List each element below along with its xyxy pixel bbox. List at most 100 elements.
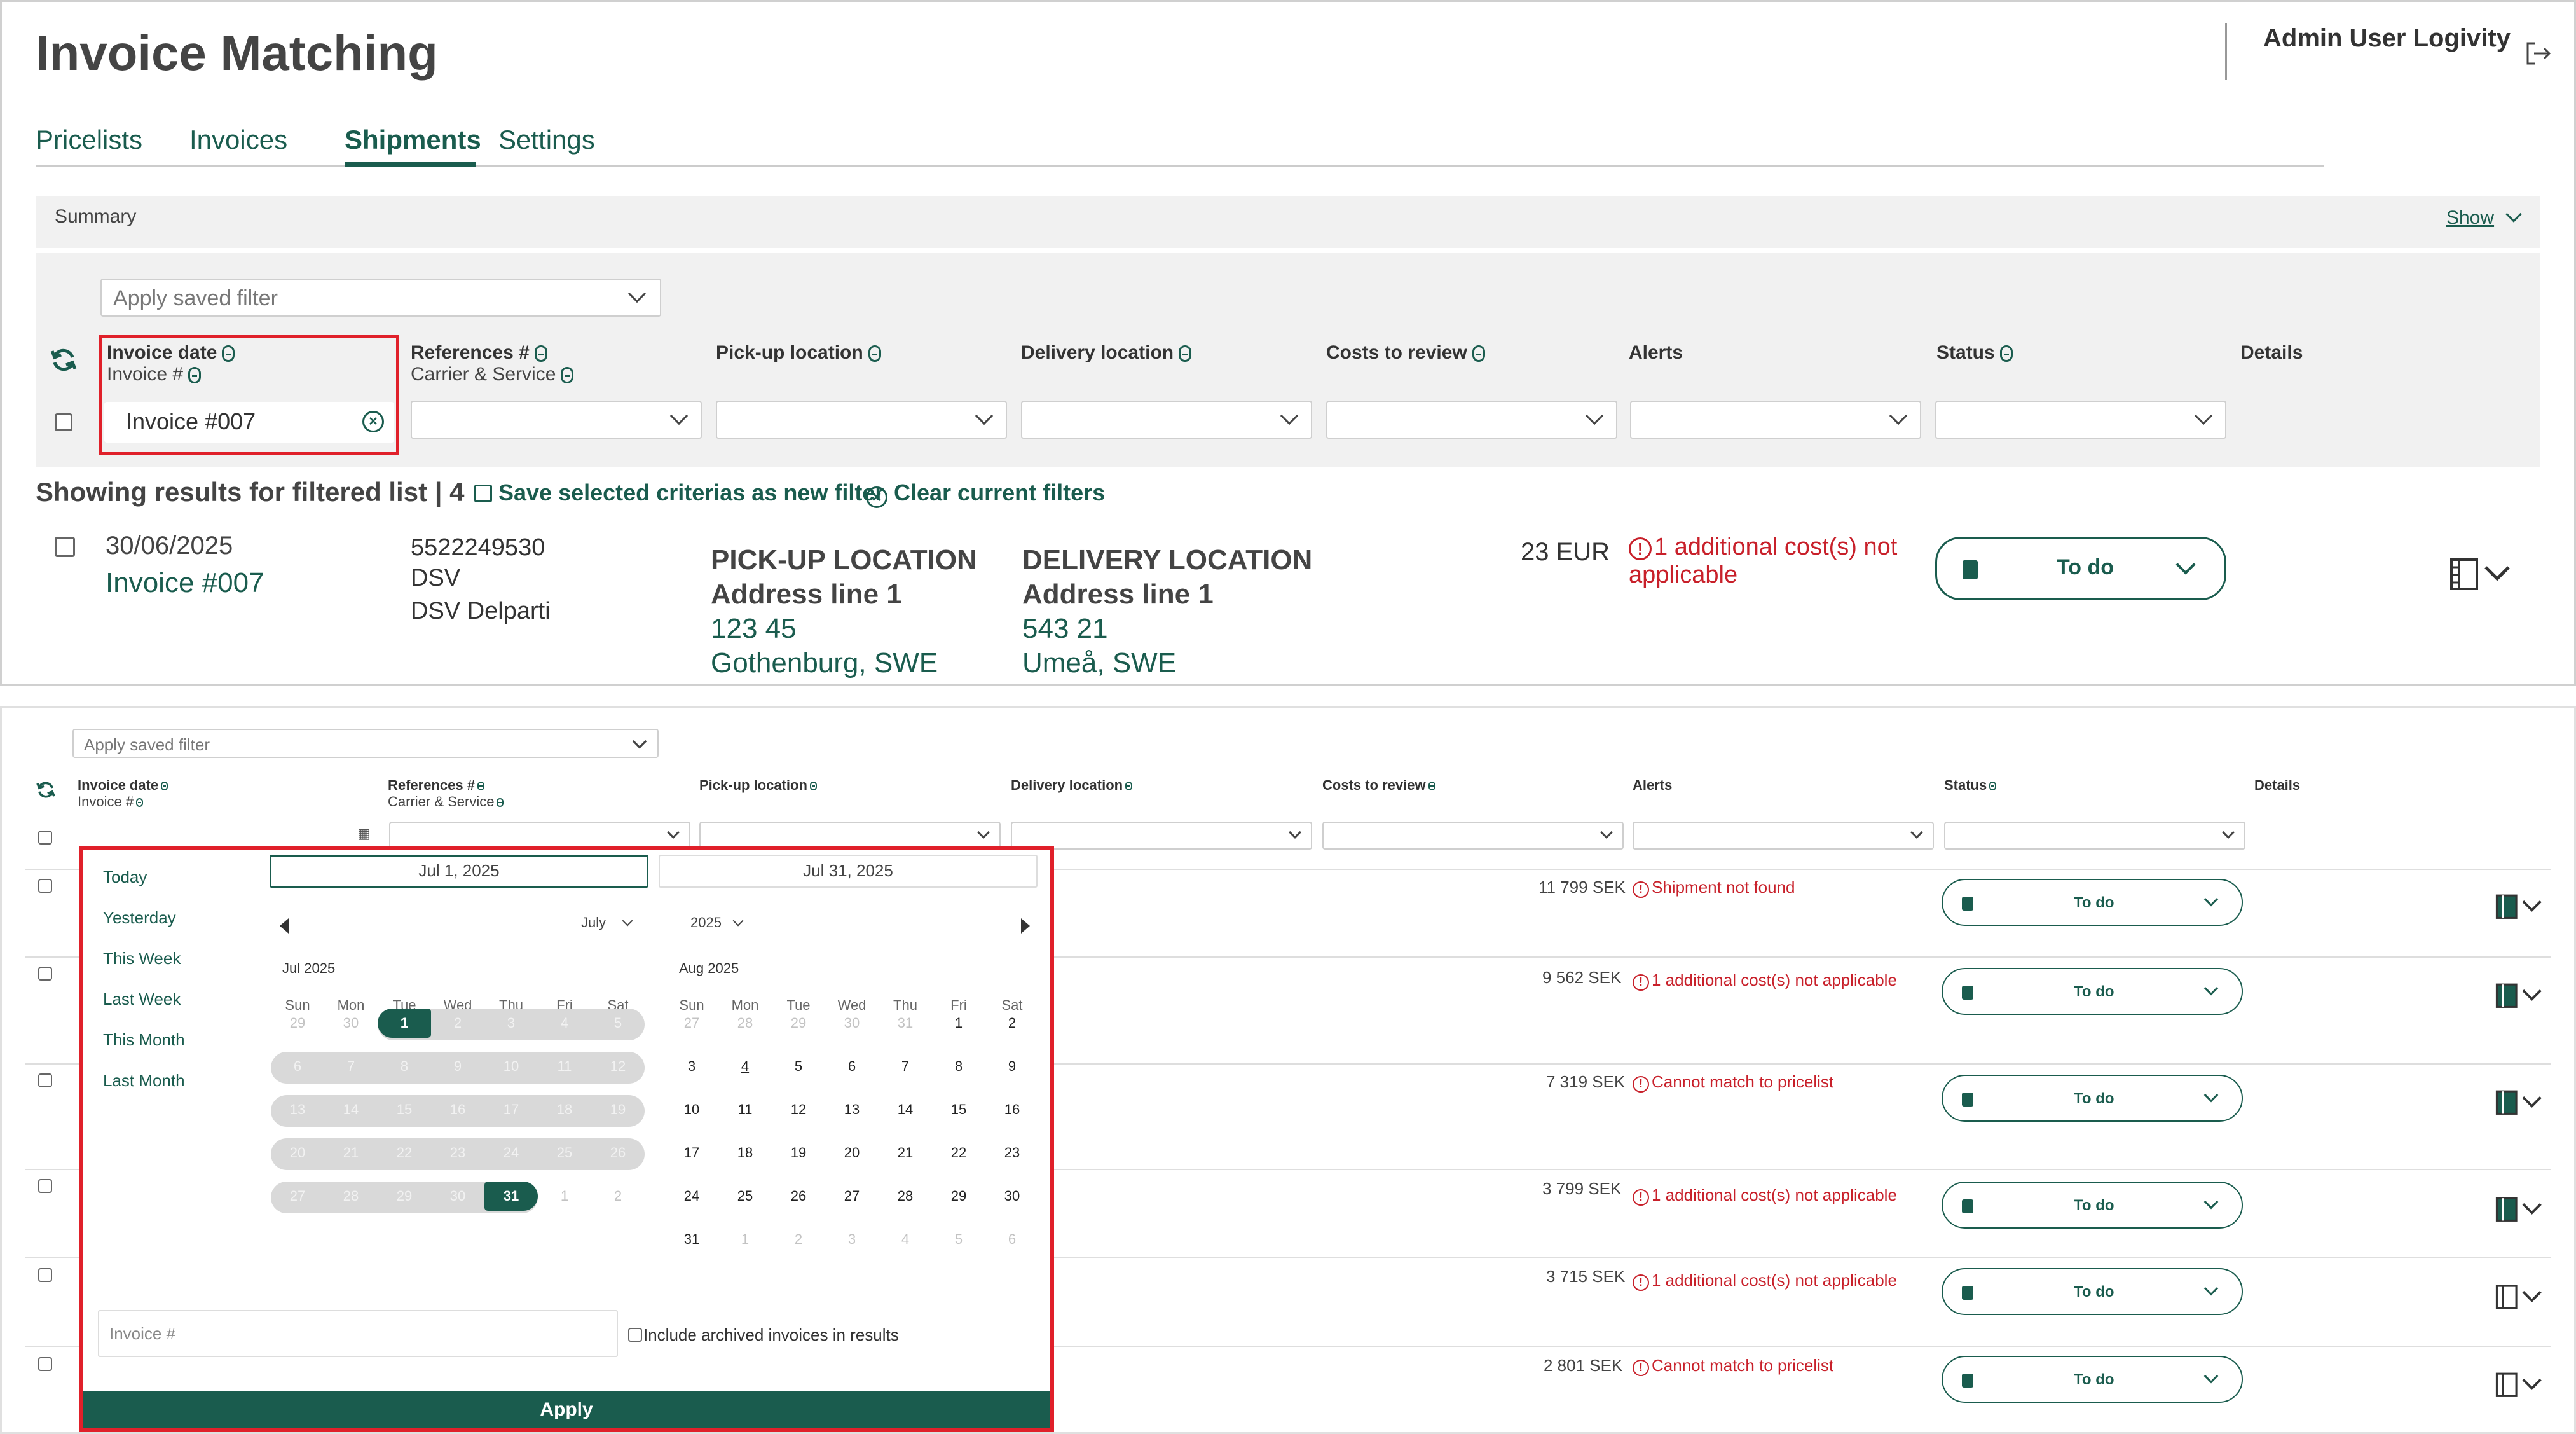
- calendar-day[interactable]: 6: [825, 1058, 879, 1075]
- apply-button[interactable]: Apply: [83, 1391, 1050, 1428]
- year-select[interactable]: 2025: [690, 914, 744, 931]
- quick-range-this-week[interactable]: This Week: [103, 949, 181, 969]
- sort-icon[interactable]: [497, 798, 504, 808]
- calendar-day[interactable]: 2: [985, 1015, 1039, 1031]
- calendar-day[interactable]: 30: [985, 1188, 1039, 1204]
- sort-icon[interactable]: [534, 345, 547, 362]
- calendar-day[interactable]: 13: [825, 1101, 879, 1118]
- tab-settings[interactable]: Settings: [498, 125, 595, 155]
- col-costs[interactable]: Costs to review: [1326, 342, 1485, 364]
- sort-icon[interactable]: [1472, 345, 1485, 362]
- calendar-day[interactable]: 23: [985, 1145, 1039, 1161]
- refresh-icon[interactable]: [50, 346, 78, 374]
- calendar-day[interactable]: 29: [378, 1188, 431, 1204]
- calendar-day[interactable]: 1: [932, 1015, 985, 1031]
- sort-icon[interactable]: [161, 782, 168, 791]
- col-references[interactable]: References # Carrier & Service: [411, 342, 574, 385]
- calendar-day[interactable]: 31: [665, 1231, 718, 1248]
- details-icon[interactable]: [2492, 1282, 2549, 1311]
- calendar-day[interactable]: 29: [932, 1188, 985, 1204]
- col-references-2[interactable]: References # Carrier & Service: [388, 777, 504, 810]
- logout-icon[interactable]: [2524, 41, 2552, 66]
- calendar-day[interactable]: 21: [879, 1145, 932, 1161]
- calendar-day[interactable]: 4: [538, 1015, 591, 1031]
- calendar-day[interactable]: 14: [324, 1101, 378, 1118]
- sort-icon[interactable]: [1989, 782, 1997, 791]
- details-icon[interactable]: [2492, 981, 2549, 1010]
- calendar-day[interactable]: 13: [271, 1101, 324, 1118]
- references-filter[interactable]: [411, 401, 702, 439]
- col-pickup[interactable]: Pick-up location: [716, 342, 881, 364]
- quick-range-this-month[interactable]: This Month: [103, 1030, 185, 1050]
- row-status-dropdown[interactable]: To do: [1942, 879, 2243, 926]
- col-invoice-date[interactable]: Invoice date Invoice #: [107, 342, 235, 385]
- calendar-day[interactable]: 8: [932, 1058, 985, 1075]
- calendar-icon[interactable]: ▦: [357, 825, 371, 842]
- sort-icon[interactable]: [1125, 782, 1133, 791]
- sort-icon[interactable]: [809, 782, 817, 791]
- sort-icon[interactable]: [136, 798, 144, 808]
- details-icon[interactable]: [2492, 1087, 2549, 1117]
- calendar-day[interactable]: 22: [378, 1145, 431, 1161]
- alerts-filter-2[interactable]: [1633, 822, 1934, 850]
- calendar-day[interactable]: 14: [879, 1101, 932, 1118]
- invoice-filter-input[interactable]: Invoice #007 ×: [104, 402, 394, 443]
- sort-icon[interactable]: [188, 367, 202, 384]
- row-status-dropdown[interactable]: To do: [1942, 1075, 2243, 1122]
- delivery-filter[interactable]: [1021, 401, 1312, 439]
- select-all-checkbox-2[interactable]: [38, 831, 52, 845]
- calendar-day[interactable]: 11: [718, 1101, 772, 1118]
- calendar-day[interactable]: 10: [484, 1058, 538, 1075]
- quick-range-last-month[interactable]: Last Month: [103, 1071, 185, 1091]
- calendar-day[interactable]: 17: [484, 1101, 538, 1118]
- calendar-day[interactable]: 10: [665, 1101, 718, 1118]
- status-filter[interactable]: [1935, 401, 2226, 439]
- calendar-day[interactable]: 20: [271, 1145, 324, 1161]
- col-status-2[interactable]: Status: [1944, 777, 1997, 794]
- col-delivery-2[interactable]: Delivery location: [1011, 777, 1133, 794]
- calendar-day[interactable]: 15: [932, 1101, 985, 1118]
- user-name[interactable]: Admin User Logivity: [2263, 24, 2511, 53]
- calendar-day[interactable]: 26: [591, 1145, 645, 1161]
- calendar-day[interactable]: 25: [538, 1145, 591, 1161]
- summary-show-link[interactable]: Show: [2446, 206, 2523, 229]
- row-checkbox[interactable]: [38, 1268, 52, 1282]
- row-status-dropdown[interactable]: To do: [1942, 968, 2243, 1015]
- saved-filter-select[interactable]: Apply saved filter: [100, 279, 661, 317]
- calendar-day[interactable]: 8: [378, 1058, 431, 1075]
- start-date-input[interactable]: Jul 1, 2025: [270, 855, 648, 888]
- calendar-day[interactable]: 30: [431, 1188, 484, 1204]
- calendar-day[interactable]: 15: [378, 1101, 431, 1118]
- calendar-day[interactable]: 31: [484, 1182, 538, 1211]
- tab-shipments[interactable]: Shipments: [345, 125, 481, 155]
- quick-range-yesterday[interactable]: Yesterday: [103, 908, 176, 928]
- row-checkbox[interactable]: [38, 967, 52, 981]
- next-month-icon[interactable]: [1021, 918, 1030, 934]
- costs-filter-2[interactable]: [1322, 822, 1624, 850]
- sort-icon[interactable]: [561, 367, 574, 384]
- refresh-icon-2[interactable]: [36, 780, 56, 800]
- details-icon[interactable]: [2448, 555, 2518, 593]
- col-delivery[interactable]: Delivery location: [1021, 342, 1192, 364]
- summary-show-label[interactable]: Show: [2446, 207, 2494, 228]
- col-pickup-2[interactable]: Pick-up location: [699, 777, 817, 794]
- calendar-day[interactable]: 11: [538, 1058, 591, 1075]
- calendar-day[interactable]: 27: [271, 1188, 324, 1204]
- row-checkbox[interactable]: [38, 879, 52, 893]
- status-filter-2[interactable]: [1944, 822, 2245, 850]
- calendar-day[interactable]: 28: [879, 1188, 932, 1204]
- calendar-day[interactable]: 1: [378, 1009, 431, 1038]
- calendar-day[interactable]: 7: [879, 1058, 932, 1075]
- calendar-day[interactable]: 22: [932, 1145, 985, 1161]
- calendar-day[interactable]: 17: [665, 1145, 718, 1161]
- row-status-dropdown[interactable]: To do: [1942, 1182, 2243, 1229]
- calendar-day[interactable]: 24: [484, 1145, 538, 1161]
- calendar-day[interactable]: 20: [825, 1145, 879, 1161]
- saved-filter-select-2[interactable]: Apply saved filter: [72, 729, 659, 758]
- calendar-day[interactable]: 28: [324, 1188, 378, 1204]
- sort-icon[interactable]: [1428, 782, 1435, 791]
- month-select[interactable]: July: [581, 914, 633, 931]
- sort-icon[interactable]: [1179, 345, 1192, 362]
- archived-checkbox[interactable]: [628, 1328, 642, 1342]
- end-date-input[interactable]: Jul 31, 2025: [659, 855, 1038, 888]
